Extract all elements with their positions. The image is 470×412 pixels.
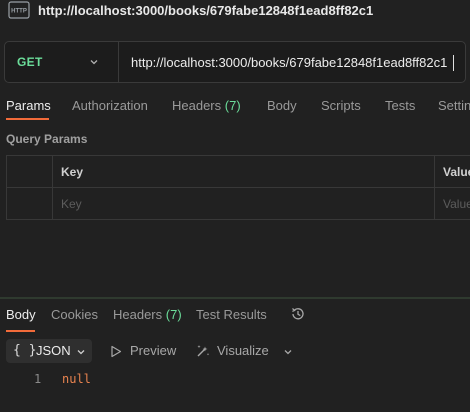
format-select[interactable]: { } JSON [6,339,92,363]
tab-scripts[interactable]: Scripts [321,98,361,113]
tab-body[interactable]: Body [267,98,297,113]
method-select[interactable]: GET [5,42,119,82]
tab-tests[interactable]: Tests [385,98,415,113]
url-bar: GET [4,41,466,83]
tab-label: Tests [385,98,416,113]
response-tabs: Body Cookies Headers (7) Test Results [0,305,470,327]
visualize-label: Visualize [217,343,269,358]
active-tab-indicator [6,118,49,120]
response-tab-body[interactable]: Body [6,307,36,322]
headers-count: (7) [224,98,241,113]
column-key: Key [61,165,84,179]
history-icon[interactable] [290,306,306,322]
tab-label: Authorization [72,98,148,113]
tab-headers[interactable]: Headers (7) [172,98,241,113]
tab-params[interactable]: Params [6,98,51,113]
key-input[interactable]: Key [61,197,82,211]
response-tab-cookies[interactable]: Cookies [51,307,98,322]
column-divider [434,156,435,219]
http-icon-text: HTTP [11,9,27,15]
chevron-down-icon[interactable] [283,347,293,357]
tab-label: Cookies [51,307,98,322]
response-tab-headers[interactable]: Headers (7) [113,307,182,322]
value-input[interactable]: Value [443,197,470,211]
response-body-line: 1 null [0,372,470,388]
response-tab-test-results[interactable]: Test Results [196,307,267,322]
tab-settings[interactable]: Settin [438,98,470,113]
headers-count: (7) [165,307,182,322]
active-response-tab-indicator [6,330,35,332]
pane-resize-handle[interactable] [0,297,470,299]
column-divider [52,156,53,219]
code-text: null [62,372,91,386]
query-params-table: Key Value Key Value [6,155,470,220]
line-number: 1 [34,372,42,386]
request-title-bar: HTTP http://localhost:3000/books/679fabe… [0,0,470,22]
tab-label: Headers [172,98,222,113]
format-label: JSON [36,343,71,358]
tab-label: Headers [113,307,163,322]
tab-label: Settin [438,98,470,113]
request-tabs: Params Authorization Headers (7) Body Sc… [0,96,470,120]
column-value: Value [443,165,470,179]
preview-label: Preview [130,343,177,358]
text-caret [453,55,454,71]
table-row: Key Value [7,188,470,220]
tab-label: Body [6,307,36,322]
url-input[interactable] [119,42,465,82]
tab-label: Test Results [196,307,267,322]
tab-authorization[interactable]: Authorization [72,98,148,113]
chevron-down-icon [90,60,98,65]
tab-label: Body [267,98,297,113]
method-label: GET [17,55,43,69]
braces-icon: { } [13,343,37,358]
play-icon [111,345,122,358]
tab-label: Scripts [321,98,361,113]
chevron-down-icon [77,350,85,355]
table-header-row: Key Value [7,156,470,188]
query-params-title: Query Params [6,132,88,146]
request-title[interactable]: http://localhost:3000/books/679fabe12848… [38,3,373,18]
http-file-icon: HTTP [8,1,30,19]
tab-label: Params [6,98,51,113]
wand-icon [197,345,210,357]
